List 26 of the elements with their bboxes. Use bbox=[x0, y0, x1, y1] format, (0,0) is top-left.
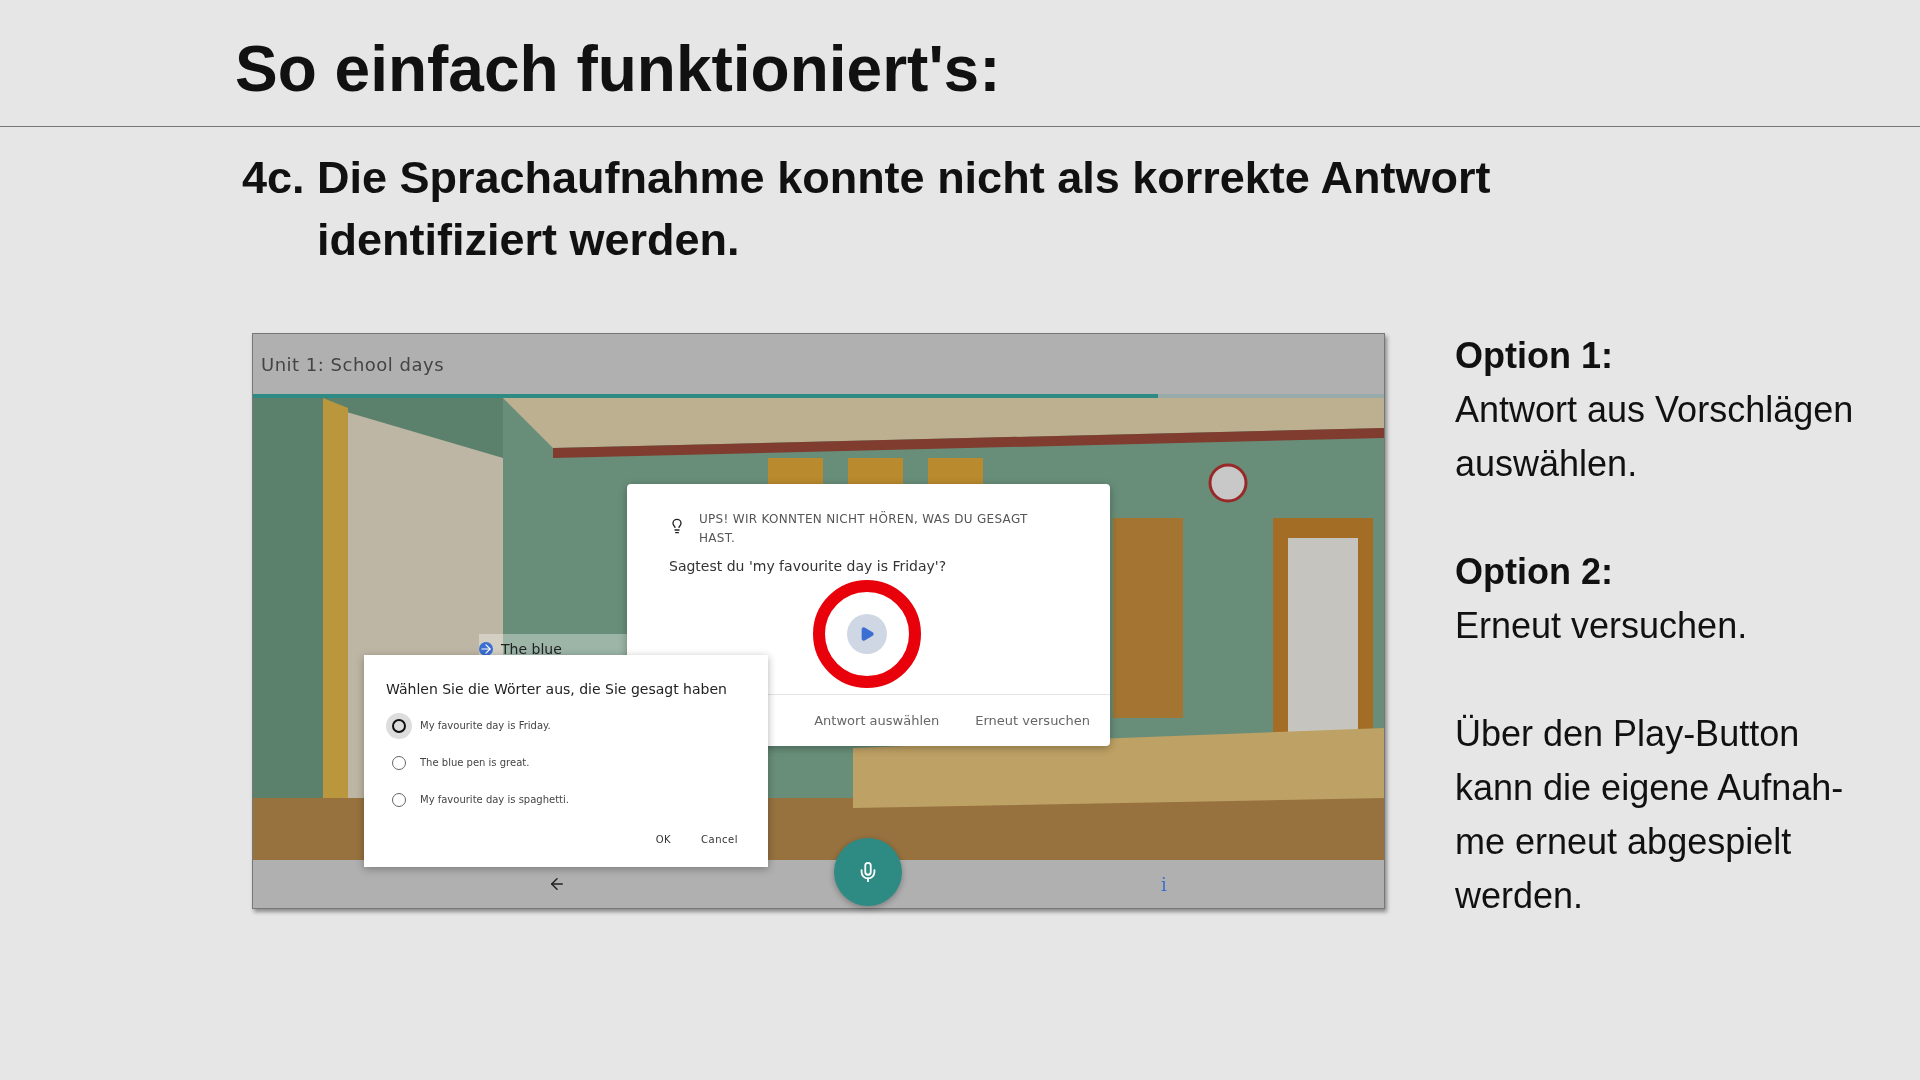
dialog-button[interactable]: Cancel bbox=[701, 832, 738, 847]
note-heading: Option 1: bbox=[1455, 334, 1614, 378]
action-button[interactable]: Erneut versuchen bbox=[975, 709, 1090, 732]
back-icon[interactable] bbox=[548, 875, 566, 893]
unit-title: Unit 1: School days bbox=[261, 353, 445, 375]
play-icon bbox=[859, 626, 875, 642]
note-heading: Option 2: bbox=[1455, 550, 1614, 594]
lightbulb-icon bbox=[669, 518, 685, 534]
action-button[interactable]: Antwort auswählen bbox=[814, 709, 940, 732]
hint-text: The blue bbox=[501, 641, 562, 657]
option-label: My favourite day is spaghetti. bbox=[420, 794, 569, 805]
slide-title: So einfach funktioniert's: bbox=[235, 32, 1001, 107]
note-text: Antwort aus Vorschlägen auswählen. bbox=[1455, 388, 1855, 486]
play-button[interactable] bbox=[847, 614, 887, 654]
option-label: The blue pen is great. bbox=[420, 757, 530, 768]
option-label: My favourite day is Friday. bbox=[420, 720, 551, 731]
note-text: Über den Play-Button kann die eigene Aufnah-me erneut abgespielt werden. bbox=[1455, 712, 1845, 918]
dialog-title: Wählen Sie die Wörter aus, die Sie gesagt haben bbox=[386, 681, 728, 697]
radio-button[interactable] bbox=[392, 792, 406, 807]
question-text: Sagtest du 'my favourite day is Friday'? bbox=[668, 557, 948, 574]
radio-button[interactable] bbox=[392, 755, 406, 770]
dialog-button[interactable]: OK bbox=[655, 832, 672, 847]
step-text: Die Sprachaufnahme konnte nicht als korrekte Antwort identifiziert werden. bbox=[317, 151, 1492, 267]
step-number: 4c. bbox=[242, 151, 306, 205]
error-message: UPS! WIR KONNTEN NICHT HÖREN, WAS DU GESAGT HAST. bbox=[699, 510, 1029, 547]
note-text: Erneut versuchen. bbox=[1455, 604, 1749, 648]
